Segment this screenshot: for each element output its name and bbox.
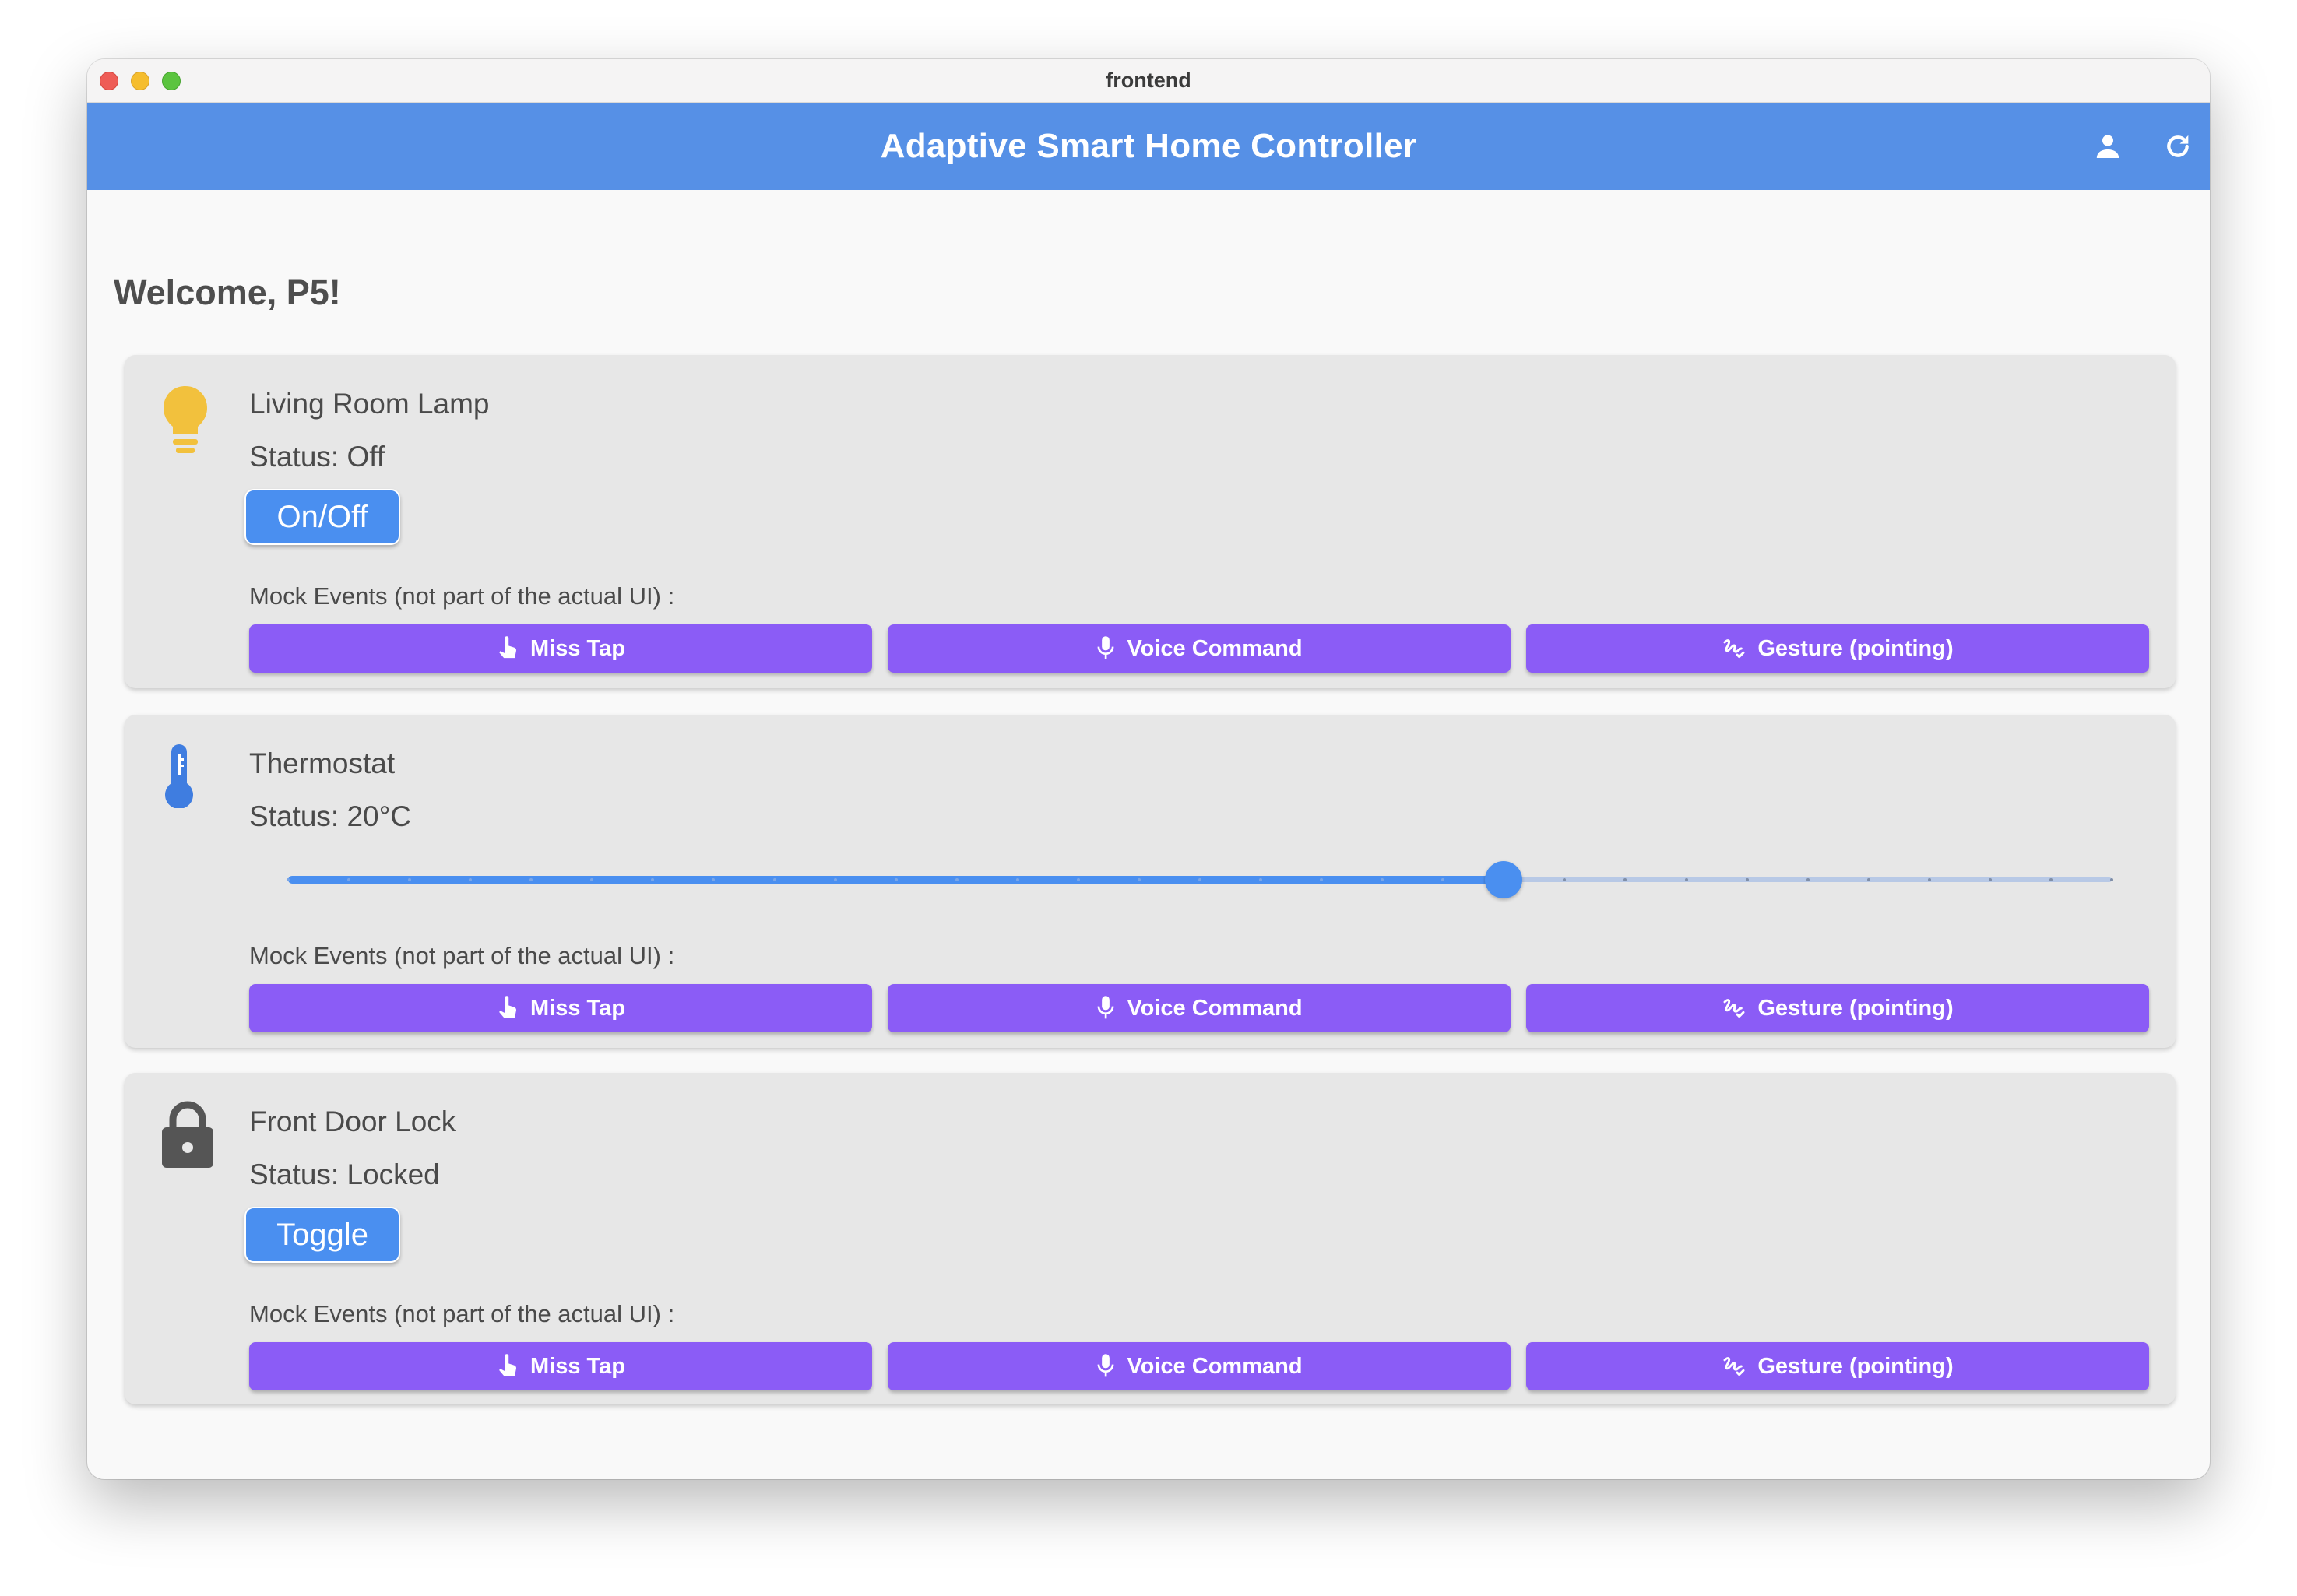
device-status: Status: 20°C: [249, 800, 412, 832]
voice-command-button[interactable]: Voice Command: [888, 984, 1511, 1032]
lightbulb-icon: [164, 386, 207, 453]
voice-command-label: Voice Command: [1127, 635, 1303, 661]
miss-tap-button[interactable]: Miss Tap: [249, 984, 872, 1032]
slider-tick: [1806, 878, 1810, 881]
mock-events-row: Miss Tap Voice Command Gesture (pointing…: [249, 624, 2149, 673]
slider-tick: [894, 878, 898, 881]
miss-tap-label: Miss Tap: [530, 995, 625, 1021]
slider-tick: [287, 878, 290, 881]
gesture-button[interactable]: Gesture (pointing): [1526, 624, 2149, 673]
device-status: Status: Locked: [249, 1158, 440, 1190]
slider-tick: [1745, 878, 1749, 881]
touch-icon: [499, 996, 517, 1018]
miss-tap-label: Miss Tap: [530, 635, 625, 661]
voice-command-button[interactable]: Voice Command: [888, 1342, 1511, 1390]
device-name: Front Door Lock: [249, 1106, 456, 1137]
device-card-lamp: Living Room Lamp Status: Off On/Off Mock…: [125, 355, 2176, 688]
device-card-thermostat: Thermostat Status: 20°C Mock Events (not…: [125, 715, 2176, 1048]
gesture-icon: [1723, 639, 1745, 659]
slider-tick: [833, 878, 837, 881]
app-bar: Adaptive Smart Home Controller: [87, 103, 2210, 190]
touch-icon: [499, 636, 517, 659]
window-controls: [100, 72, 181, 90]
gesture-label: Gesture (pointing): [1757, 635, 1954, 661]
microphone-icon: [1098, 636, 1114, 659]
mock-events-label: Mock Events (not part of the actual UI) …: [249, 942, 675, 969]
voice-command-label: Voice Command: [1127, 1353, 1303, 1379]
thermometer-icon: [165, 744, 193, 808]
mock-events-label: Mock Events (not part of the actual UI) …: [249, 1300, 675, 1327]
mock-events-label: Mock Events (not part of the actual UI) …: [249, 582, 675, 610]
window-title: frontend: [1106, 69, 1191, 92]
on-off-button[interactable]: On/Off: [244, 489, 400, 545]
slider-tick: [2110, 878, 2113, 881]
welcome-heading: Welcome, P5!: [114, 272, 341, 312]
gesture-icon: [1723, 1357, 1745, 1376]
app-title: Adaptive Smart Home Controller: [880, 127, 1417, 165]
mock-events-row: Miss Tap Voice Command Gesture (pointing…: [249, 984, 2149, 1032]
slider-tick: [772, 878, 776, 881]
slider-tick: [955, 878, 959, 881]
slider-tick: [1866, 878, 1870, 881]
gesture-label: Gesture (pointing): [1757, 995, 1954, 1021]
gesture-button[interactable]: Gesture (pointing): [1526, 984, 2149, 1032]
slider-tick: [1198, 878, 1201, 881]
miss-tap-button[interactable]: Miss Tap: [249, 1342, 872, 1390]
gesture-label: Gesture (pointing): [1757, 1353, 1954, 1379]
person-icon: [2096, 135, 2119, 158]
touch-icon: [499, 1354, 517, 1376]
account-button[interactable]: [2087, 123, 2129, 170]
app-bar-actions: [2087, 123, 2199, 170]
refresh-button[interactable]: [2157, 123, 2199, 170]
toggle-button[interactable]: Toggle: [244, 1207, 400, 1263]
slider-tick: [1927, 878, 1931, 881]
miss-tap-label: Miss Tap: [530, 1353, 625, 1379]
device-status: Status: Off: [249, 441, 385, 473]
minimize-window-button[interactable]: [131, 72, 149, 90]
gesture-icon: [1723, 999, 1745, 1018]
slider-tick: [1076, 878, 1080, 881]
slider-tick: [2049, 878, 2053, 881]
slider-thumb[interactable]: [1485, 861, 1523, 898]
slider-tick: [1684, 878, 1688, 881]
refresh-icon: [2167, 135, 2189, 157]
temperature-slider[interactable]: [287, 856, 2113, 903]
mock-events-row: Miss Tap Voice Command Gesture (pointing…: [249, 1342, 2149, 1390]
device-name: Thermostat: [249, 747, 396, 779]
miss-tap-button[interactable]: Miss Tap: [249, 624, 872, 673]
microphone-icon: [1098, 996, 1114, 1019]
app-window: frontend Adaptive Smart Home Controller …: [87, 59, 2210, 1479]
voice-command-label: Voice Command: [1127, 995, 1303, 1021]
gesture-button[interactable]: Gesture (pointing): [1526, 1342, 2149, 1390]
maximize-window-button[interactable]: [162, 72, 181, 90]
device-card-lock: Front Door Lock Status: Locked Toggle Mo…: [125, 1073, 2176, 1404]
lock-icon: [162, 1101, 213, 1168]
window-titlebar: frontend: [87, 59, 2210, 103]
close-window-button[interactable]: [100, 72, 118, 90]
voice-command-button[interactable]: Voice Command: [888, 624, 1511, 673]
slider-tick: [1015, 878, 1019, 881]
slider-tick: [1137, 878, 1141, 881]
microphone-icon: [1098, 1354, 1114, 1377]
slider-tick: [1988, 878, 1992, 881]
device-name: Living Room Lamp: [249, 388, 490, 420]
